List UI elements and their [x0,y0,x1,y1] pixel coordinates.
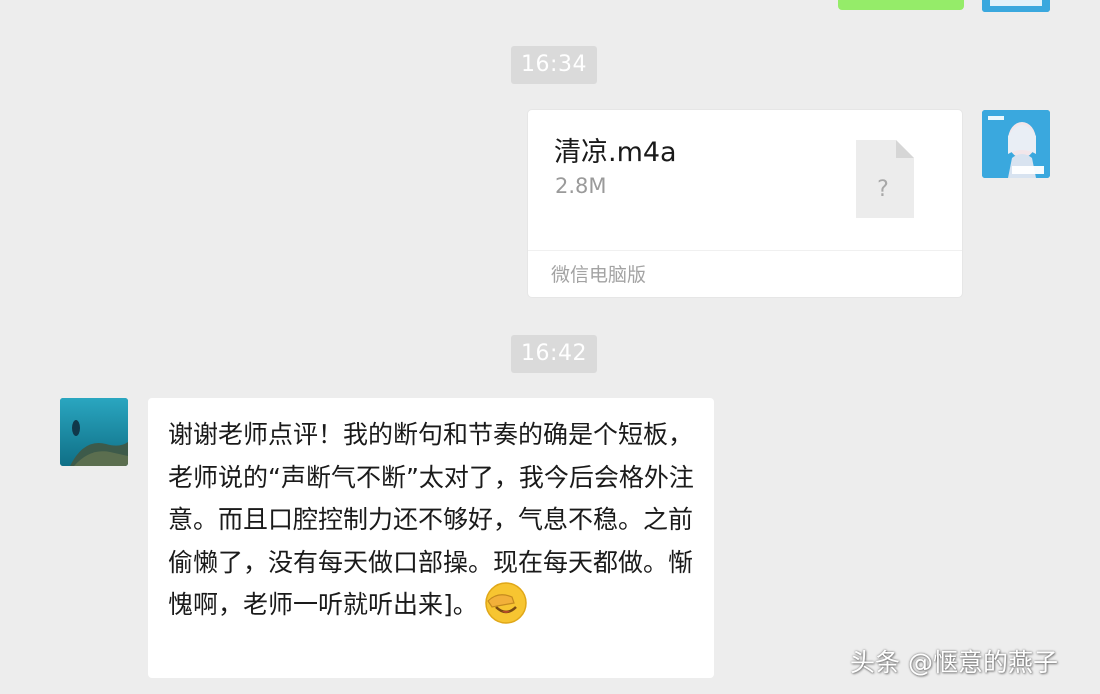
contact-avatar[interactable] [60,398,128,466]
unknown-file-icon: ? [856,140,914,218]
file-size: 2.8M [555,174,607,198]
file-source-label: 微信电脑版 [551,264,647,286]
divider [528,250,962,251]
facepalm-emoji-icon [484,581,528,625]
previous-message-bubble[interactable] [838,0,964,10]
watermark: 头条 @惬意的燕子 [850,648,1058,677]
timestamp: 16:42 [511,335,597,373]
message-text: 谢谢老师点评！我的断句和节奏的确是个短板，老师说的“声断气不断”太对了，我今后会… [168,414,702,627]
self-avatar[interactable] [982,0,1050,12]
incoming-message-bubble[interactable]: 谢谢老师点评！我的断句和节奏的确是个短板，老师说的“声断气不断”太对了，我今后会… [148,398,714,678]
timestamp: 16:34 [511,46,597,84]
file-name: 清凉.m4a [554,137,677,168]
svg-text:?: ? [877,177,889,202]
file-message-card[interactable]: 清凉.m4a 2.8M ? 微信电脑版 [528,110,962,297]
self-avatar[interactable] [982,110,1050,178]
message-text-content: 谢谢老师点评！我的断句和节奏的确是个短板，老师说的“声断气不断”太对了，我今后会… [168,420,694,619]
